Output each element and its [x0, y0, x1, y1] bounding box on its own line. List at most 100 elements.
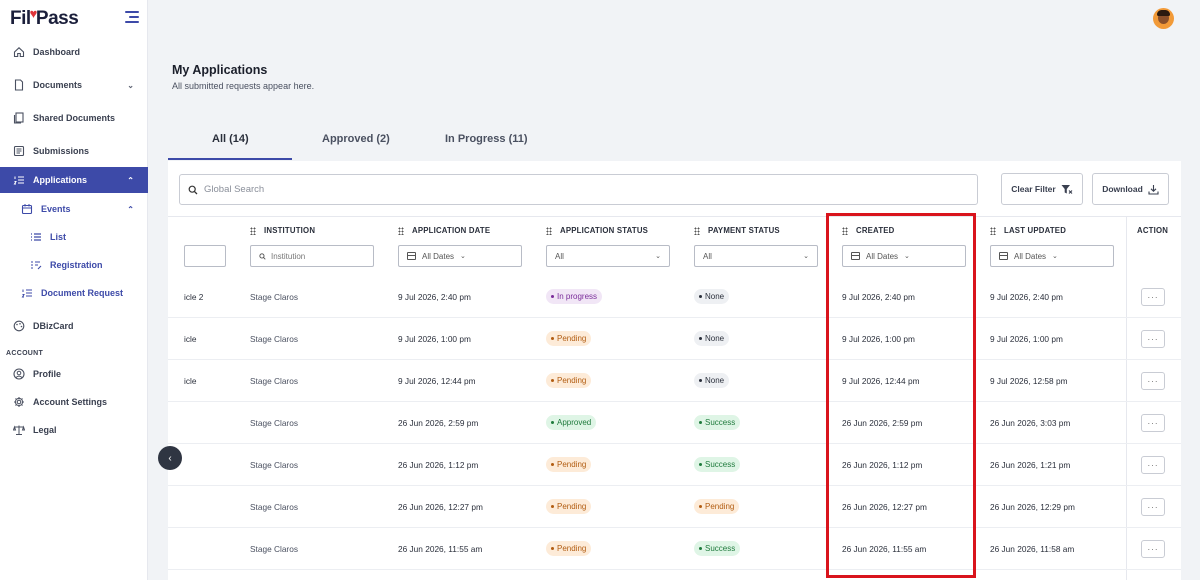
payment-status-badge: Success [694, 541, 741, 556]
row-actions-button[interactable]: ··· [1141, 456, 1165, 474]
drag-handle-icon[interactable] [842, 226, 848, 235]
sidebar-item-documents[interactable]: Documents ⌄ [0, 72, 148, 98]
column-header-created[interactable]: CREATED [842, 226, 895, 235]
sidebar-item-submissions[interactable]: Submissions [0, 138, 148, 164]
chevron-up-icon[interactable]: ⌃ [127, 205, 134, 214]
drag-handle-icon[interactable] [546, 226, 552, 235]
created-date-filter[interactable]: All Dates ⌄ [842, 245, 966, 267]
cell-created: 26 Jun 2026, 12:27 pm [842, 502, 927, 512]
calendar-icon [21, 203, 33, 215]
application-date-filter[interactable]: All Dates ⌄ [398, 245, 522, 267]
row-actions-button[interactable]: ··· [1141, 540, 1165, 558]
cell-last-updated: 9 Jul 2026, 2:40 pm [990, 292, 1063, 302]
cell-created: 26 Jun 2026, 1:12 pm [842, 460, 923, 470]
applications-icon [13, 174, 25, 186]
sidebar-item-label: Account Settings [33, 397, 108, 407]
cell-application-date: 9 Jul 2026, 1:00 pm [398, 334, 471, 344]
cell-last-updated: 26 Jun 2026, 12:29 pm [990, 502, 1075, 512]
sidebar-item-registration[interactable]: Registration [0, 252, 148, 278]
row-actions-button[interactable]: ··· [1141, 330, 1165, 348]
sidebar-item-dbizcard[interactable]: DBizCard [0, 313, 148, 339]
sidebar-item-account-settings[interactable]: Account Settings [0, 389, 148, 415]
search-input[interactable] [204, 184, 964, 195]
sidebar-item-profile[interactable]: Profile [0, 361, 148, 387]
collapse-sidebar-button[interactable]: ‹ [158, 446, 182, 470]
row-actions-button[interactable]: ··· [1141, 288, 1165, 306]
avatar[interactable] [1153, 8, 1174, 29]
active-tab-indicator [168, 158, 292, 160]
tab-approved[interactable]: Approved (2) [322, 133, 390, 145]
chevron-down-icon: ⌄ [904, 253, 910, 260]
sidebar-item-label: Legal [33, 425, 57, 435]
menu-toggle-icon[interactable] [125, 11, 139, 23]
cell-institution: Stage Claros [250, 460, 298, 470]
payment-status-badge: Pending [694, 499, 740, 514]
chevron-up-icon[interactable]: ⌃ [127, 176, 134, 185]
sidebar-item-label: Document Request [41, 288, 124, 298]
app-logo[interactable]: Fil♥Pass [10, 6, 79, 30]
cell-last-updated: 9 Jul 2026, 1:00 pm [990, 334, 1063, 344]
chevron-down-icon[interactable]: ⌄ [127, 81, 134, 90]
sidebar-item-shared-documents[interactable]: Shared Documents [0, 105, 148, 131]
calendar-icon [407, 252, 416, 260]
sidebar-item-applications[interactable]: Applications ⌃ [0, 167, 148, 193]
palette-icon [13, 320, 25, 332]
application-status-filter[interactable]: All ⌄ [546, 245, 670, 267]
row-actions-button[interactable]: ··· [1141, 414, 1165, 432]
column-header-action: ACTION [1137, 226, 1169, 235]
tab-all[interactable]: All (14) [212, 133, 249, 145]
chevron-left-icon: ‹ [168, 452, 172, 464]
cell-created: 9 Jul 2026, 12:44 pm [842, 376, 920, 386]
row-actions-button[interactable]: ··· [1141, 498, 1165, 516]
row-divider [168, 569, 1181, 570]
column-header-institution[interactable]: INSTITUTION [250, 226, 315, 235]
drag-handle-icon[interactable] [398, 226, 404, 235]
sidebar-item-label: Events [41, 204, 71, 214]
drag-handle-icon[interactable] [990, 226, 996, 235]
column-header-application-status[interactable]: APPLICATION STATUS [546, 226, 648, 235]
application-status-badge: Pending [546, 457, 592, 472]
chevron-down-icon: ⌄ [1052, 253, 1058, 260]
shared-documents-icon [13, 112, 25, 124]
drag-handle-icon[interactable] [250, 226, 256, 235]
row-divider [168, 485, 1181, 486]
chevron-down-icon: ⌄ [460, 253, 466, 260]
institution-filter-input[interactable]: Institution [250, 245, 374, 267]
application-status-badge: Pending [546, 373, 592, 388]
search-icon [188, 185, 198, 194]
gear-icon [13, 396, 25, 408]
cell-last-updated: 26 Jun 2026, 3:03 pm [990, 418, 1071, 428]
applications-table-card [168, 161, 1181, 580]
sidebar-item-legal[interactable]: Legal [0, 417, 148, 443]
cell-institution: Stage Claros [250, 334, 298, 344]
tab-in-progress[interactable]: In Progress (11) [445, 133, 528, 145]
cell-title: icle [184, 376, 197, 386]
download-button[interactable]: Download [1092, 173, 1169, 205]
application-status-badge: Pending [546, 499, 592, 514]
column-header-payment-status[interactable]: PAYMENT STATUS [694, 226, 780, 235]
heart-icon: ♥ [29, 6, 38, 21]
last-updated-filter[interactable]: All Dates ⌄ [990, 245, 1114, 267]
sidebar-item-dashboard[interactable]: Dashboard [0, 39, 148, 65]
sidebar-item-events[interactable]: Events ⌃ [0, 196, 148, 222]
column-header-last-updated[interactable]: LAST UPDATED [990, 226, 1066, 235]
global-search[interactable] [179, 174, 978, 205]
chevron-down-icon: ⌄ [803, 253, 809, 260]
column-header-application-date[interactable]: APPLICATION DATE [398, 226, 490, 235]
cell-last-updated: 26 Jun 2026, 1:21 pm [990, 460, 1071, 470]
title-filter-input[interactable] [184, 245, 226, 267]
sidebar-item-document-request[interactable]: Document Request [0, 280, 139, 306]
row-actions-button[interactable]: ··· [1141, 372, 1165, 390]
row-divider [168, 401, 1181, 402]
drag-handle-icon[interactable] [694, 226, 700, 235]
cell-application-date: 26 Jun 2026, 2:59 pm [398, 418, 479, 428]
clear-filter-label: Clear Filter [1011, 184, 1056, 194]
sidebar-item-list[interactable]: List [0, 224, 148, 250]
search-icon [259, 252, 266, 260]
profile-icon [13, 368, 25, 380]
clear-filter-button[interactable]: Clear Filter [1001, 173, 1083, 205]
payment-status-badge: None [694, 373, 730, 388]
payment-status-filter[interactable]: All ⌄ [694, 245, 818, 267]
cell-application-date: 9 Jul 2026, 12:44 pm [398, 376, 476, 386]
calendar-icon [999, 252, 1008, 260]
